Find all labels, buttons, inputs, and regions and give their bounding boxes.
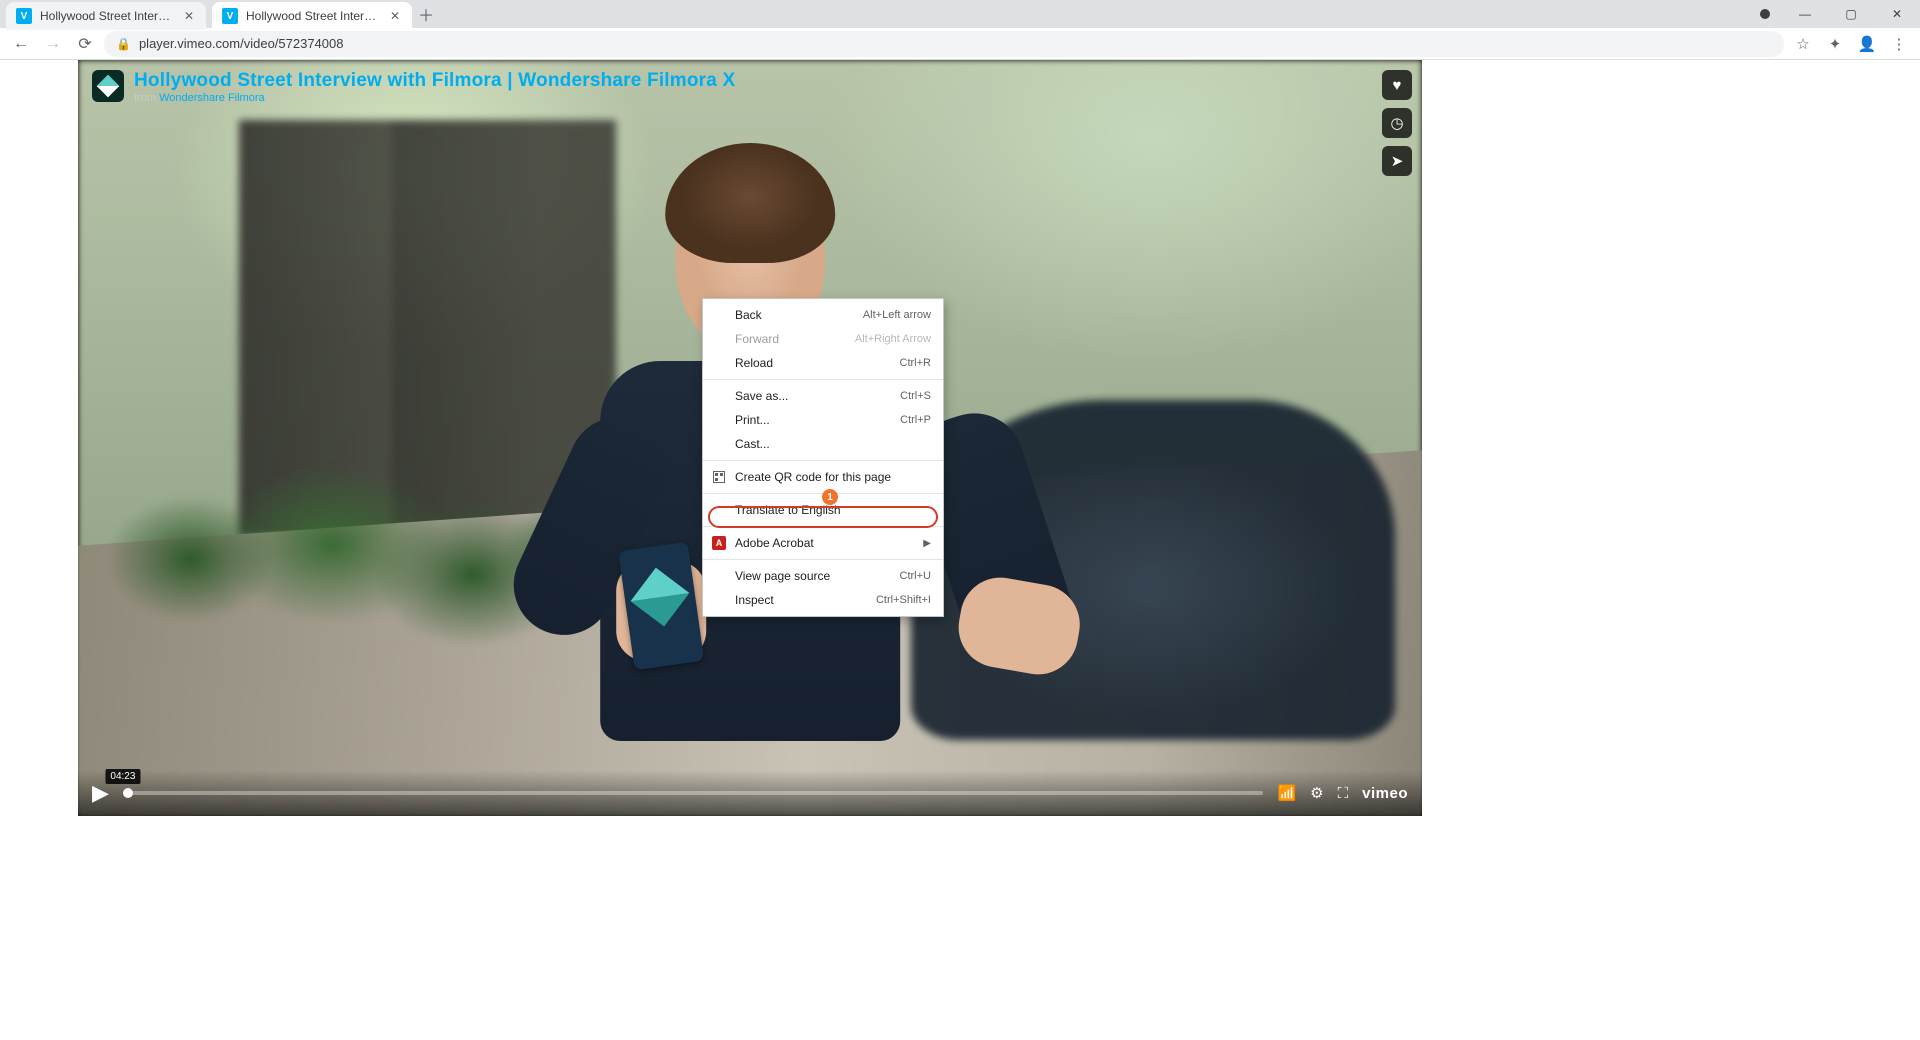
extensions-icon[interactable]: ✦ — [1822, 31, 1848, 57]
address-bar[interactable]: 🔒 player.vimeo.com/video/572374008 — [104, 31, 1784, 57]
ctx-shortcut: Ctrl+Shift+I — [876, 594, 931, 606]
ctx-shortcut: Alt+Right Arrow — [855, 333, 931, 345]
submenu-arrow-icon: ▶ — [923, 538, 931, 549]
ctx-label: Adobe Acrobat — [735, 536, 814, 550]
ctx-view-page-source[interactable]: View page source Ctrl+U — [703, 564, 943, 588]
back-button[interactable]: ← — [8, 31, 34, 57]
ctx-separator — [703, 526, 943, 527]
record-indicator-icon[interactable] — [1748, 0, 1782, 28]
forward-button: → — [40, 31, 66, 57]
context-menu: Back Alt+Left arrow Forward Alt+Right Ar… — [702, 298, 944, 617]
qr-icon — [711, 469, 727, 485]
ctx-label: Save as... — [735, 389, 788, 403]
lock-icon: 🔒 — [116, 37, 131, 51]
reload-button[interactable]: ⟳ — [72, 31, 98, 57]
browser-tab-active[interactable]: V Hollywood Street Interview with … ✕ — [212, 2, 412, 30]
ctx-shortcut: Alt+Left arrow — [863, 309, 931, 321]
tab-title: Hollywood Street Interview with … — [246, 9, 380, 23]
url-text: player.vimeo.com/video/572374008 — [139, 36, 344, 51]
watch-later-button[interactable]: ◷ — [1382, 108, 1412, 138]
acrobat-icon: A — [711, 535, 727, 551]
bookmark-star-icon[interactable]: ☆ — [1790, 31, 1816, 57]
ctx-shortcut: Ctrl+U — [900, 570, 931, 582]
vimeo-favicon-icon: V — [222, 8, 238, 24]
ctx-label: Translate to English — [735, 503, 841, 517]
video-author-line: from Wondershare Filmora — [134, 92, 735, 104]
ctx-label: Print... — [735, 413, 770, 427]
browser-toolbar: ← → ⟳ 🔒 player.vimeo.com/video/572374008… — [0, 28, 1920, 60]
share-button[interactable]: ➤ — [1382, 146, 1412, 176]
progress-bar[interactable]: 04:23 — [123, 791, 1264, 795]
author-link[interactable]: Wondershare Filmora — [159, 92, 265, 104]
ctx-label: Back — [735, 308, 762, 322]
vimeo-logo[interactable]: vimeo — [1362, 785, 1408, 802]
close-tab-icon[interactable]: ✕ — [388, 9, 402, 23]
ctx-reload[interactable]: Reload Ctrl+R — [703, 351, 943, 375]
ctx-separator — [703, 460, 943, 461]
ctx-translate[interactable]: Translate to English — [703, 498, 943, 522]
profile-avatar-icon[interactable]: 👤 — [1854, 31, 1880, 57]
like-button[interactable]: ♥ — [1382, 70, 1412, 100]
window-maximize-button[interactable]: ▢ — [1828, 0, 1874, 28]
ctx-label: Forward — [735, 332, 779, 346]
window-close-button[interactable]: ✕ — [1874, 0, 1920, 28]
ctx-shortcut: Ctrl+R — [900, 357, 931, 369]
settings-gear-icon[interactable]: ⚙ — [1310, 784, 1323, 802]
browser-tabstrip: V Hollywood Street Interview with … ✕ V … — [0, 0, 1920, 28]
from-label: from — [134, 92, 159, 104]
tab-title: Hollywood Street Interview with … — [40, 9, 174, 23]
ctx-shortcut: Ctrl+P — [900, 414, 931, 426]
ctx-separator — [703, 493, 943, 494]
vimeo-favicon-icon: V — [16, 8, 32, 24]
ctx-adobe-acrobat[interactable]: A Adobe Acrobat ▶ — [703, 531, 943, 555]
timecode-tooltip: 04:23 — [105, 769, 140, 784]
ctx-print[interactable]: Print... Ctrl+P — [703, 408, 943, 432]
filmora-logo-icon — [92, 70, 124, 102]
ctx-label: Cast... — [735, 437, 770, 451]
volume-icon[interactable]: 📶 — [1277, 784, 1296, 802]
ctx-cast[interactable]: Cast... — [703, 432, 943, 456]
ctx-forward: Forward Alt+Right Arrow — [703, 327, 943, 351]
progress-knob[interactable] — [123, 788, 133, 798]
fullscreen-icon[interactable]: ⛶ — [1338, 785, 1349, 802]
menu-button[interactable]: ⋮ — [1886, 31, 1912, 57]
ctx-save-as[interactable]: Save as... Ctrl+S — [703, 384, 943, 408]
browser-tab[interactable]: V Hollywood Street Interview with … ✕ — [6, 2, 206, 30]
video-side-actions: ♥ ◷ ➤ — [1382, 70, 1412, 176]
video-controls: ▶ 04:23 📶 ⚙ ⛶ vimeo — [78, 770, 1422, 816]
ctx-label: Create QR code for this page — [735, 470, 891, 484]
new-tab-button[interactable]: ＋ — [412, 0, 440, 28]
close-tab-icon[interactable]: ✕ — [182, 9, 196, 23]
ctx-back[interactable]: Back Alt+Left arrow — [703, 303, 943, 327]
window-controls: — ▢ ✕ — [1748, 0, 1920, 28]
video-title[interactable]: Hollywood Street Interview with Filmora … — [134, 70, 735, 92]
ctx-separator — [703, 559, 943, 560]
ctx-label: Reload — [735, 356, 773, 370]
ctx-label: View page source — [735, 569, 830, 583]
ctx-shortcut: Ctrl+S — [900, 390, 931, 402]
ctx-create-qr[interactable]: Create QR code for this page — [703, 465, 943, 489]
ctx-inspect[interactable]: Inspect Ctrl+Shift+I — [703, 588, 943, 612]
ctx-separator — [703, 379, 943, 380]
ctx-label: Inspect — [735, 593, 774, 607]
page-content: Hollywood Street Interview with Filmora … — [0, 60, 1920, 1040]
window-minimize-button[interactable]: — — [1782, 0, 1828, 28]
video-title-overlay: Hollywood Street Interview with Filmora … — [92, 70, 735, 104]
